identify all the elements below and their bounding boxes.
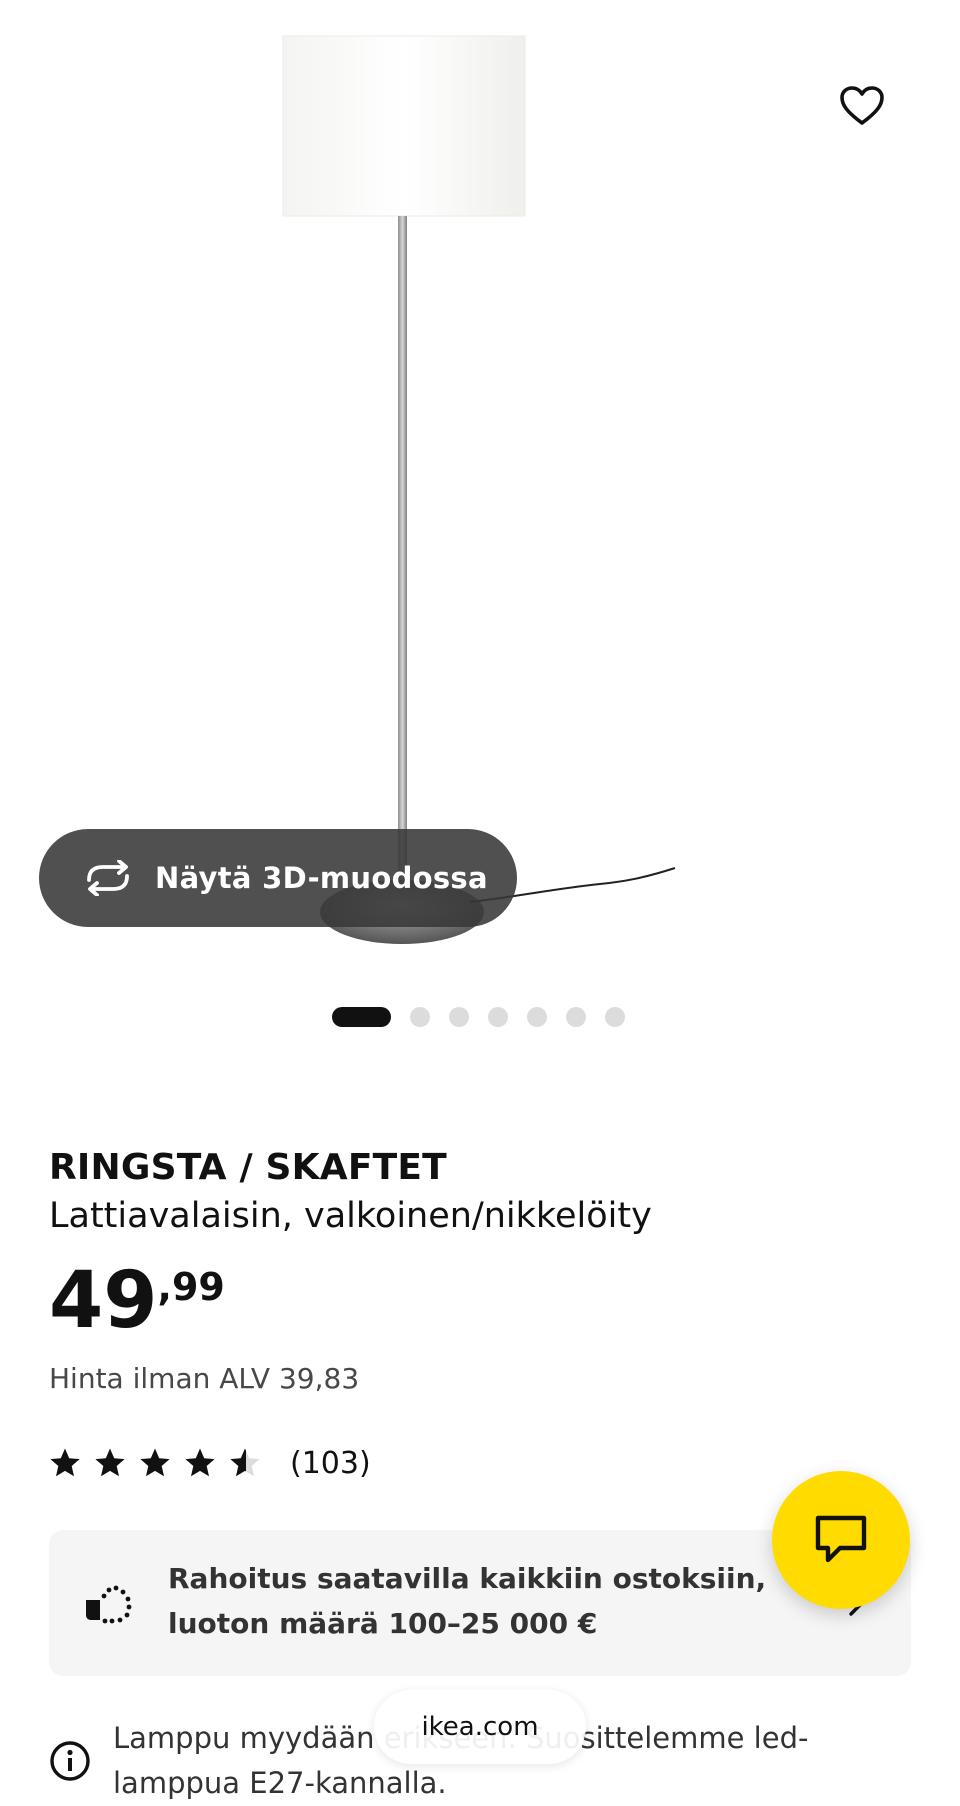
product-description: Lattiavalaisin, valkoinen/nikkelöity <box>49 1196 652 1236</box>
gallery-pagination <box>332 1007 625 1027</box>
price-excluding-vat: Hinta ilman ALV 39,83 <box>49 1362 360 1395</box>
pagination-dot[interactable] <box>527 1007 547 1027</box>
rating-summary[interactable]: (103) <box>49 1443 371 1483</box>
view-3d-button[interactable]: Näytä 3D-muodossa <box>39 829 517 927</box>
price-decimal: ,99 <box>157 1265 225 1309</box>
floor-lamp-illustration <box>282 35 676 944</box>
pagination-dot[interactable] <box>566 1007 586 1027</box>
view-3d-label: Näytä 3D-muodossa <box>155 861 488 895</box>
star-full-icon <box>50 1448 80 1477</box>
star-full-icon <box>140 1448 170 1477</box>
pagination-dot[interactable] <box>449 1007 469 1027</box>
url-text: ikea.com <box>421 1712 539 1742</box>
chat-bubble-icon <box>815 1515 867 1563</box>
info-icon <box>50 1741 90 1781</box>
financing-icon <box>86 1585 132 1624</box>
heart-icon <box>840 86 884 125</box>
pagination-dot[interactable] <box>488 1007 508 1027</box>
pagination-dot-active[interactable] <box>332 1007 391 1027</box>
rotate-3d-icon <box>81 858 135 898</box>
chat-button[interactable] <box>772 1471 910 1609</box>
product-price: 49,99 <box>49 1262 225 1340</box>
pagination-dot[interactable] <box>605 1007 625 1027</box>
rating-count: (103) <box>290 1445 371 1481</box>
star-half-icon <box>230 1448 260 1477</box>
star-full-icon <box>95 1448 125 1477</box>
pagination-dot[interactable] <box>410 1007 430 1027</box>
product-image[interactable] <box>0 0 960 960</box>
financing-text: Rahoitus saatavilla kaikkiin ostoksiin, … <box>168 1562 767 1640</box>
star-full-icon <box>185 1448 215 1477</box>
price-integer: 49 <box>49 1256 158 1346</box>
product-title: RINGSTA / SKAFTET <box>49 1147 447 1188</box>
favorite-button[interactable] <box>834 78 890 134</box>
browser-url-bar[interactable]: ikea.com <box>374 1690 586 1764</box>
